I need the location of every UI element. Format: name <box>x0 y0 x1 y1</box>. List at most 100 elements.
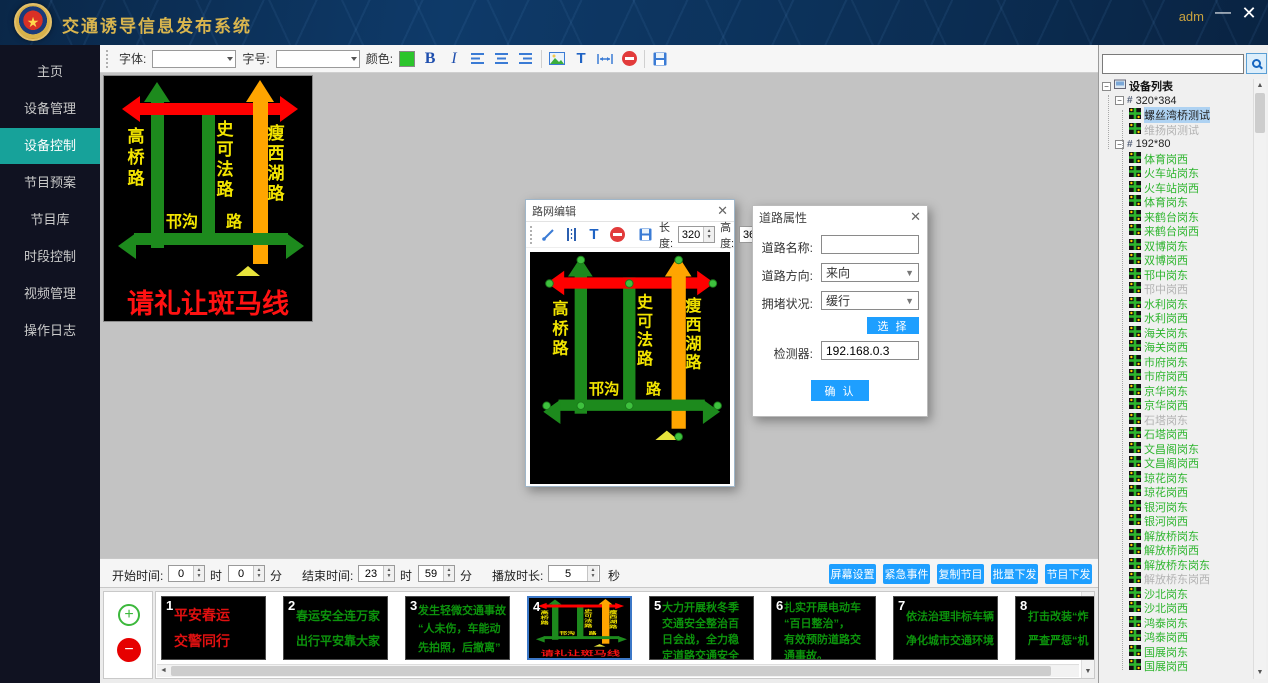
action-button-0[interactable]: 屏幕设置 <box>829 564 876 584</box>
tree-device-item[interactable]: 鸿泰岗西 <box>1100 630 1255 645</box>
scroll-down-icon[interactable]: ▼ <box>1082 665 1094 678</box>
edit-handle[interactable] <box>708 279 717 287</box>
program-thumbnail-6[interactable]: 6扎实开展电动车“百日整治”，有效预防道路交通事故。 <box>771 596 876 660</box>
end-minute-stepper[interactable]: ▲▼ <box>418 565 455 582</box>
size-select[interactable] <box>276 50 360 68</box>
program-thumbnail-7[interactable]: 7依法治理非标车辆净化城市交通环境 <box>893 596 998 660</box>
tree-device-item[interactable]: 火车站岗东 <box>1100 166 1255 181</box>
edit-handle[interactable] <box>545 279 554 287</box>
action-button-2[interactable]: 复制节目 <box>937 564 984 584</box>
duration-stepper[interactable]: ▲▼ <box>548 565 600 582</box>
close-icon[interactable]: ✕ <box>717 203 728 219</box>
tree-group[interactable]: −#320*384 <box>1100 94 1255 109</box>
draw-line-icon[interactable] <box>539 225 557 245</box>
tree-device-item[interactable]: 双博岗西 <box>1100 253 1255 268</box>
tree-device-item[interactable]: 琼花岗西 <box>1100 485 1255 500</box>
end-hour-stepper[interactable]: ▲▼ <box>358 565 395 582</box>
sidebar-item-2[interactable]: 设备控制 <box>0 128 100 164</box>
horizontal-scrollbar[interactable]: ◄ <box>157 664 1079 677</box>
fit-width-icon[interactable] <box>596 49 614 69</box>
draw-road-icon[interactable] <box>562 225 580 245</box>
tree-device-item[interactable]: 解放桥东岗西 <box>1100 572 1255 587</box>
tree-device-item[interactable]: 市府岗东 <box>1100 355 1255 370</box>
start-hour-stepper[interactable]: ▲▼ <box>168 565 205 582</box>
delete-icon[interactable] <box>608 225 626 245</box>
tree-device-item[interactable]: 海关岗西 <box>1100 340 1255 355</box>
tree-device-item[interactable]: 银河岗西 <box>1100 514 1255 529</box>
edit-handle[interactable] <box>674 255 683 263</box>
detector-field[interactable] <box>821 341 919 360</box>
start-minute-stepper[interactable]: ▲▼ <box>228 565 265 582</box>
tree-device-item[interactable]: 京华岗西 <box>1100 398 1255 413</box>
tree-device-item[interactable]: 维扬岗测试 <box>1100 123 1255 138</box>
tree-root[interactable]: −设备列表 <box>1100 79 1255 94</box>
edit-handle[interactable] <box>576 401 585 409</box>
align-center-icon[interactable] <box>493 49 511 69</box>
tree-device-item[interactable]: 鸿泰岗东 <box>1100 616 1255 631</box>
program-thumbnail-1[interactable]: 1平安春运交警同行 <box>161 596 266 660</box>
edit-handle[interactable] <box>542 401 551 409</box>
save-icon[interactable] <box>651 49 669 69</box>
bold-button[interactable]: B <box>421 49 439 69</box>
program-thumbnail-8[interactable]: 8打击改装“炸严查严惩“机 <box>1015 596 1095 660</box>
close-icon[interactable]: ✕ <box>1238 2 1260 24</box>
length-stepper[interactable]: ▲▼ <box>678 226 715 243</box>
program-thumbnail-5[interactable]: 5大力开展秋冬季交通安全整治百日会战，全力稳定道路交通安全形势！ <box>649 596 754 660</box>
tree-device-item[interactable]: 邗中岗西 <box>1100 282 1255 297</box>
sidebar-item-1[interactable]: 设备管理 <box>0 91 100 127</box>
spinner-arrows-icon[interactable]: ▲▼ <box>587 566 598 581</box>
spinner-arrows-icon[interactable]: ▲▼ <box>703 227 714 242</box>
edit-handle[interactable] <box>576 255 585 263</box>
scroll-left-icon[interactable]: ◄ <box>157 665 170 677</box>
edit-handle[interactable] <box>674 432 683 440</box>
dialog-titlebar[interactable]: 道路属性 ✕ <box>753 206 927 228</box>
tree-device-item[interactable]: 石塔岗西 <box>1100 427 1255 442</box>
action-button-4[interactable]: 节目下发 <box>1045 564 1092 584</box>
align-right-icon[interactable] <box>517 49 535 69</box>
delete-icon[interactable] <box>620 49 638 69</box>
tree-collapse-icon[interactable]: − <box>1115 96 1124 105</box>
tree-device-item[interactable]: 沙北岗西 <box>1100 601 1255 616</box>
road-direction-select[interactable]: 来向▼ <box>821 263 919 282</box>
tree-device-item[interactable]: 解放桥岗西 <box>1100 543 1255 558</box>
scrollbar-thumb[interactable] <box>1255 93 1265 133</box>
scroll-down-icon[interactable]: ▼ <box>1254 666 1266 679</box>
tree-device-item[interactable]: 水利岗西 <box>1100 311 1255 326</box>
edit-handle[interactable] <box>625 279 634 287</box>
save-icon[interactable] <box>636 225 654 245</box>
sidebar-item-4[interactable]: 节目库 <box>0 202 100 238</box>
tree-device-item[interactable]: 海关岗东 <box>1100 326 1255 341</box>
edit-handle[interactable] <box>625 401 634 409</box>
spinner-arrows-icon[interactable]: ▲▼ <box>383 566 394 581</box>
insert-image-icon[interactable] <box>548 49 566 69</box>
spinner-arrows-icon[interactable]: ▲▼ <box>443 566 454 581</box>
tree-device-item[interactable]: 琼花岗东 <box>1100 471 1255 486</box>
tree-device-item[interactable]: 解放桥东岗东 <box>1100 558 1255 573</box>
dialog-titlebar[interactable]: 路网编辑 ✕ <box>526 200 734 222</box>
sidebar-item-5[interactable]: 时段控制 <box>0 239 100 275</box>
search-button[interactable] <box>1246 53 1267 74</box>
road-editor-canvas[interactable]: 高桥路史可法路瘦西湖路邗沟路 <box>530 252 730 484</box>
tree-device-item[interactable]: 解放桥岗东 <box>1100 529 1255 544</box>
tree-device-item[interactable]: 文昌阁岗西 <box>1100 456 1255 471</box>
tree-device-item[interactable]: 石塔岗东 <box>1100 413 1255 428</box>
tree-device-item[interactable]: 火车站岗西 <box>1100 181 1255 196</box>
text-tool-button[interactable]: T <box>572 49 590 69</box>
sidebar-item-6[interactable]: 视频管理 <box>0 276 100 312</box>
spinner-arrows-icon[interactable]: ▲▼ <box>193 566 204 581</box>
tree-device-item[interactable]: 水利岗东 <box>1100 297 1255 312</box>
select-button[interactable]: 选 择 <box>867 317 919 334</box>
minimize-icon[interactable]: — <box>1212 2 1234 24</box>
tree-device-item[interactable]: 来鹤台岗东 <box>1100 210 1255 225</box>
tree-device-item[interactable]: 京华岗东 <box>1100 384 1255 399</box>
tree-device-item[interactable]: 来鹤台岗西 <box>1100 224 1255 239</box>
confirm-button[interactable]: 确 认 <box>811 380 869 401</box>
congestion-select[interactable]: 缓行▼ <box>821 291 919 310</box>
remove-program-button[interactable]: − <box>117 638 141 662</box>
program-thumbnail-3[interactable]: 3发生轻微交通事故“人未伤，车能动先拍照，后撤离” <box>405 596 510 660</box>
font-select[interactable] <box>152 50 236 68</box>
edit-handle[interactable] <box>713 401 722 409</box>
tree-device-item[interactable]: 邗中岗东 <box>1100 268 1255 283</box>
tree-group[interactable]: −#192*80 <box>1100 137 1255 152</box>
action-button-3[interactable]: 批量下发 <box>991 564 1038 584</box>
